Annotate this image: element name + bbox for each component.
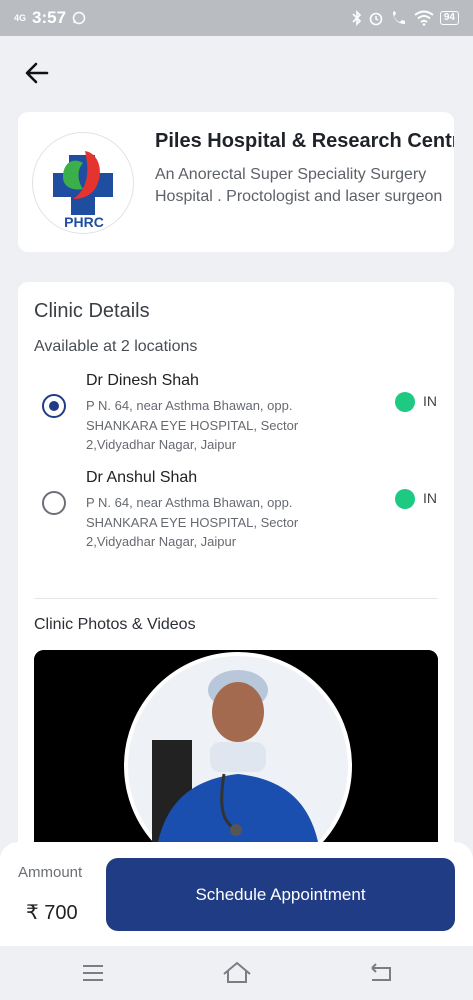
system-nav-bar bbox=[0, 946, 473, 1000]
divider bbox=[34, 598, 438, 599]
back-nav-button[interactable] bbox=[366, 958, 396, 988]
status-label: IN bbox=[423, 490, 437, 506]
doctor-photo-image bbox=[34, 650, 438, 862]
clinic-photos-title: Clinic Photos & Videos bbox=[34, 616, 196, 633]
status-time: 3:57 bbox=[32, 8, 67, 27]
hospital-card: PHRC Piles Hospital & Research Centre An… bbox=[18, 112, 454, 252]
status-bar: 4G 3:57 94 bbox=[0, 0, 473, 36]
network-indicator: 4G bbox=[14, 12, 27, 23]
battery-indicator: 94 bbox=[439, 11, 459, 25]
home-button[interactable] bbox=[221, 958, 251, 988]
hospital-description: An Anorectal Super Speciality Surgery Ho… bbox=[155, 166, 443, 205]
status-dot-icon bbox=[395, 392, 415, 412]
availability-text: Available at 2 locations bbox=[34, 338, 198, 355]
whatsapp-icon bbox=[72, 11, 86, 25]
wifi-icon bbox=[414, 10, 434, 26]
clinic-details-card: Clinic Details Available at 2 locations … bbox=[18, 282, 454, 862]
hospital-logo: PHRC bbox=[32, 132, 134, 234]
clinic-photo[interactable] bbox=[34, 650, 438, 862]
logo-text: PHRC bbox=[64, 214, 104, 230]
status-label: IN bbox=[423, 393, 437, 409]
hospital-name: Piles Hospital & Research Centre bbox=[155, 130, 454, 152]
menu-icon bbox=[83, 965, 103, 981]
menu-button[interactable] bbox=[78, 958, 108, 988]
back-button[interactable] bbox=[22, 58, 52, 88]
home-icon bbox=[223, 961, 251, 983]
amount-label: Ammount bbox=[18, 864, 83, 881]
clinic-address: P N. 64, near Asthma Bhawan, opp. SHANKA… bbox=[86, 495, 299, 549]
location-item[interactable]: Dr Dinesh Shah P N. 64, near Asthma Bhaw… bbox=[18, 372, 454, 462]
location-radio[interactable] bbox=[42, 394, 66, 418]
bluetooth-icon bbox=[352, 10, 362, 26]
doctor-name: Dr Anshul Shah bbox=[86, 469, 198, 486]
alarm-icon bbox=[369, 12, 383, 26]
arrow-left-icon bbox=[25, 62, 49, 84]
booking-bar: Ammount ₹ 700 Schedule Appointment bbox=[0, 842, 473, 946]
schedule-appointment-button[interactable]: Schedule Appointment bbox=[106, 858, 455, 931]
location-item[interactable]: Dr Anshul Shah P N. 64, near Asthma Bhaw… bbox=[18, 469, 454, 559]
amount-value: ₹ 700 bbox=[26, 902, 78, 924]
location-radio[interactable] bbox=[42, 491, 66, 515]
back-nav-icon bbox=[371, 963, 391, 981]
clinic-details-title: Clinic Details bbox=[34, 300, 150, 322]
wifi-call-icon bbox=[392, 11, 405, 24]
doctor-name: Dr Dinesh Shah bbox=[86, 372, 199, 389]
status-dot-icon bbox=[395, 489, 415, 509]
clinic-address: P N. 64, near Asthma Bhawan, opp. SHANKA… bbox=[86, 398, 299, 452]
